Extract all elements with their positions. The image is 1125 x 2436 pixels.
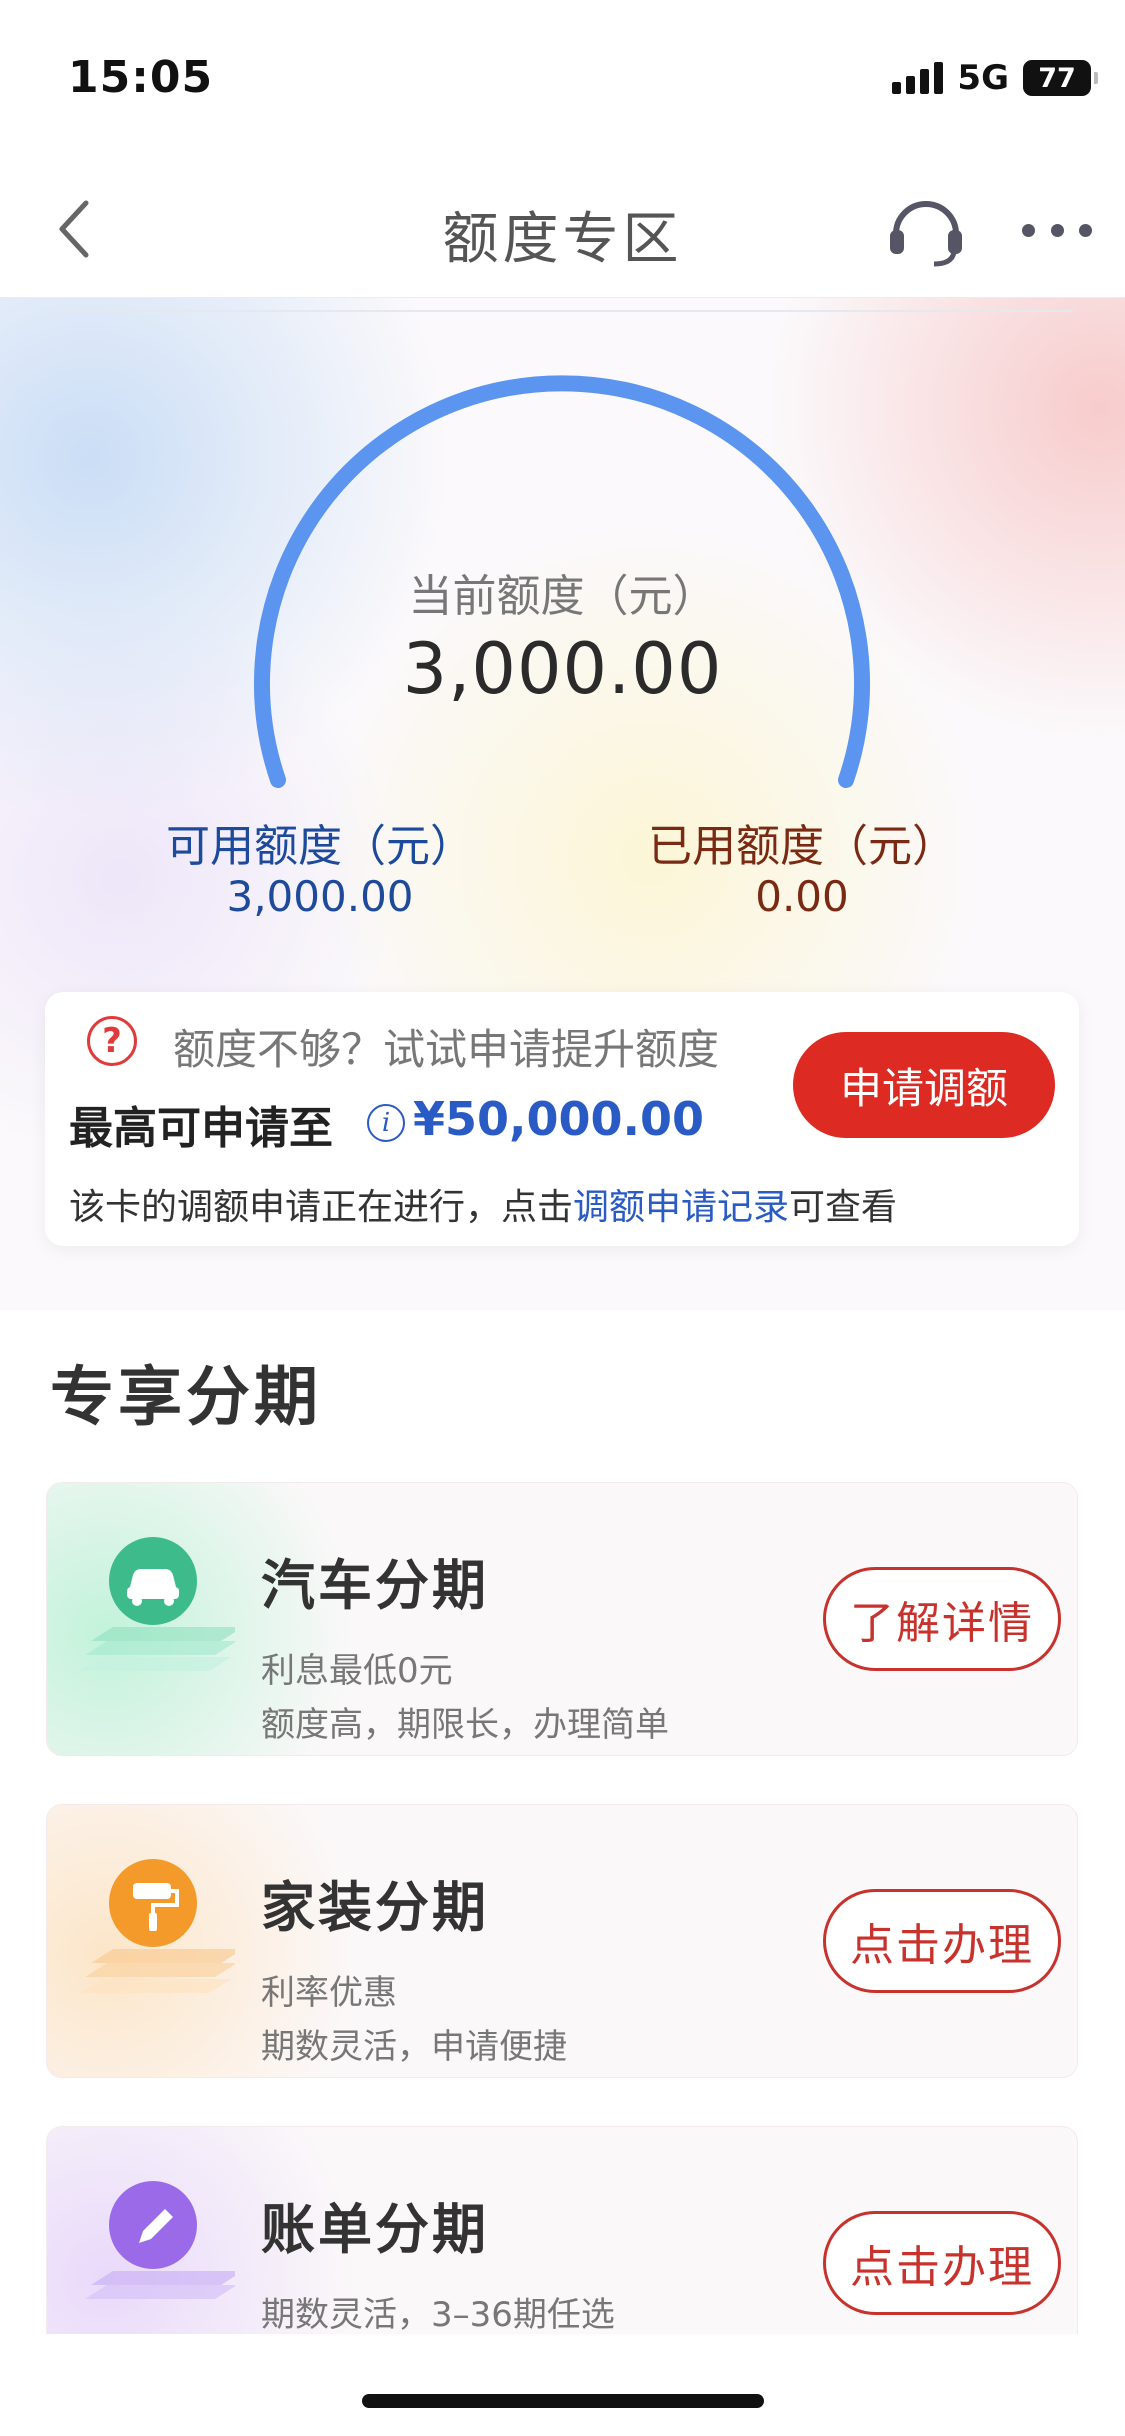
card-line2: 额度高，期限长，办理简单 xyxy=(261,1705,669,1745)
card-line1: 利率优惠 xyxy=(261,1973,397,2013)
card-title: 汽车分期 xyxy=(261,1554,489,1617)
status-time: 15:05 xyxy=(68,52,214,103)
installment-card-car[interactable]: 汽车分期 利息最低0元 额度高，期限长，办理简单 了解详情 xyxy=(46,1482,1078,1756)
apply-now-button[interactable]: 点击办理 xyxy=(823,1889,1061,1993)
available-credit-value: 3,000.00 xyxy=(226,872,414,921)
credit-summary: 当前额度（元） 3,000.00 可用额度（元） 3,000.00 已用额度（元… xyxy=(0,298,1125,1310)
paint-roller-icon xyxy=(65,1855,243,2025)
available-credit-label: 可用额度（元） xyxy=(166,821,474,872)
note-suffix: 可查看 xyxy=(789,1187,898,1228)
application-record-link[interactable]: 调额申请记录 xyxy=(573,1187,789,1228)
customer-service-button[interactable] xyxy=(886,190,966,270)
car-icon xyxy=(65,1533,243,1703)
bottom-safe-area xyxy=(0,2334,1125,2436)
max-credit-value: ¥50,000.00 xyxy=(413,1092,705,1146)
card-line1: 期数灵活，3–36期任选 xyxy=(261,2295,615,2335)
credit-gauge xyxy=(254,375,870,788)
credit-increase-card: ? 额度不够？试试申请提升额度 最高可申请至 i ¥50,000.00 该卡的调… xyxy=(45,992,1079,1246)
nav-bar: 额度专区 xyxy=(0,160,1125,298)
question-circle-icon[interactable]: ? xyxy=(87,1016,137,1066)
current-credit-value: 3,000.00 xyxy=(402,628,723,710)
max-credit-label: 最高可申请至 xyxy=(69,1103,333,1154)
pencil-icon xyxy=(65,2177,243,2347)
battery-level: 77 xyxy=(1038,62,1076,94)
used-credit-label: 已用额度（元） xyxy=(648,821,956,872)
learn-more-button[interactable]: 了解详情 xyxy=(823,1567,1061,1671)
current-credit-label: 当前额度（元） xyxy=(408,571,717,622)
more-dots-icon xyxy=(1022,223,1035,237)
battery-icon: 77 xyxy=(1023,60,1098,96)
application-status-note: 该卡的调额申请正在进行，点击调额申请记录可查看 xyxy=(69,1178,897,1230)
apply-adjust-button[interactable]: 申请调额 xyxy=(793,1032,1055,1138)
headset-icon xyxy=(890,201,962,267)
status-indicators: 5G 77 xyxy=(892,58,1098,98)
section-title: 专享分期 xyxy=(50,1361,322,1435)
increase-hint: 额度不够？试试申请提升额度 xyxy=(173,1025,720,1074)
card-title: 家装分期 xyxy=(261,1876,489,1939)
status-bar: 15:05 5G 77 xyxy=(0,0,1125,160)
note-prefix: 该卡的调额申请正在进行，点击 xyxy=(69,1187,574,1228)
signal-icon xyxy=(892,62,944,94)
used-credit-value: 0.00 xyxy=(755,872,849,921)
home-indicator[interactable] xyxy=(362,2394,764,2408)
more-button[interactable] xyxy=(1022,212,1092,248)
installment-card-home[interactable]: 家装分期 利率优惠 期数灵活，申请便捷 点击办理 xyxy=(46,1804,1078,2078)
card-line1: 利息最低0元 xyxy=(261,1651,453,1691)
apply-now-button[interactable]: 点击办理 xyxy=(823,2211,1061,2315)
card-line2: 期数灵活，申请便捷 xyxy=(261,2027,567,2067)
info-icon[interactable]: i xyxy=(367,1104,405,1142)
card-title: 账单分期 xyxy=(261,2198,489,2261)
network-type: 5G xyxy=(957,58,1009,98)
